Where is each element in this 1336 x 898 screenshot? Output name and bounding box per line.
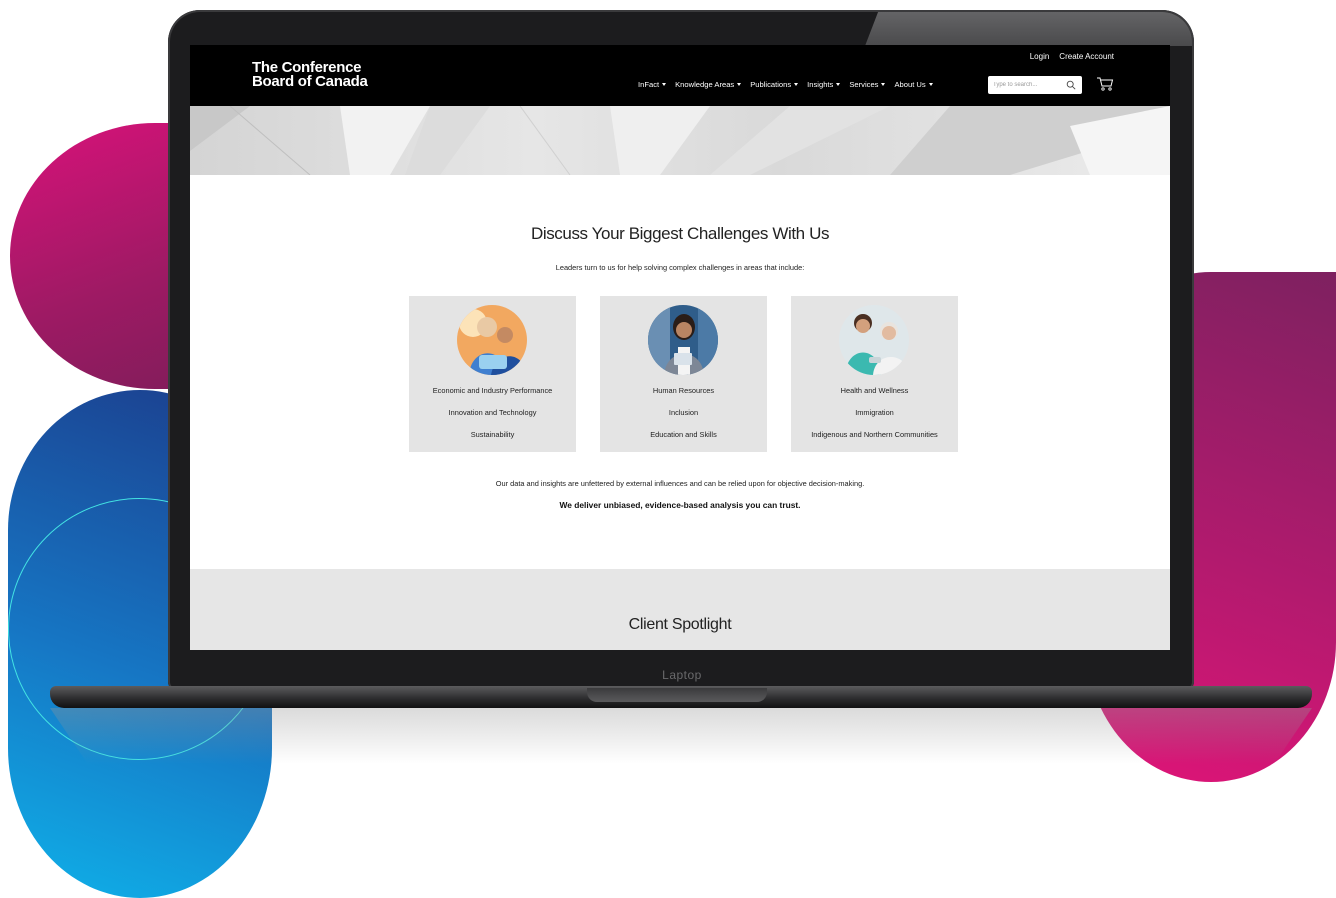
logo-line-2: Board of Canada [252,73,368,90]
site-navbar: The Conference Board of Canada Login Cre… [190,45,1170,106]
card-item-list: Economic and Industry Performance Innova… [409,386,576,452]
search-icon[interactable] [1066,80,1076,90]
nav-item-label: InFact [638,80,660,89]
caret-down-icon [662,83,667,86]
nav-item-about-us[interactable]: About Us [894,80,933,89]
caret-down-icon [928,83,933,86]
nav-item-publications[interactable]: Publications [750,80,799,89]
caret-down-icon [836,83,841,86]
main-nav: InFact Knowledge Areas Publications Insi… [638,80,933,89]
account-links: Login Create Account [1030,52,1114,61]
client-spotlight-section: Client Spotlight [190,569,1170,650]
caret-down-icon [881,83,886,86]
laptop-label: Laptop [662,668,702,682]
laptop-lid-sheen [865,12,1192,46]
statement-text: Our data and insights are unfettered by … [495,479,865,488]
card-item[interactable]: Inclusion [600,408,767,430]
statement-strong: We deliver unbiased, evidence-based anal… [559,500,801,510]
hero-banner [190,106,1170,175]
nav-item-knowledge-areas[interactable]: Knowledge Areas [675,80,742,89]
card-item[interactable]: Indigenous and Northern Communities [791,430,958,452]
site-logo[interactable]: The Conference Board of Canada [252,60,368,90]
card-item-list: Human Resources Inclusion Education and … [600,386,767,452]
avatar-human-resources-photo [648,305,718,375]
challenge-card-human-resources[interactable]: Human Resources Inclusion Education and … [600,296,767,452]
nav-item-label: Publications [750,80,792,89]
avatar-economic-photo [457,305,527,375]
hero-abstract-graphic [190,106,1170,175]
laptop-reflection [50,708,1312,764]
card-item[interactable]: Health and Wellness [791,386,958,408]
card-item-list: Health and Wellness Immigration Indigeno… [791,386,958,452]
nav-item-label: About Us [894,80,926,89]
caret-down-icon [794,83,799,86]
card-item[interactable]: Education and Skills [600,430,767,452]
section-title: Discuss Your Biggest Challenges With Us [530,224,830,243]
nav-item-label: Services [849,80,879,89]
card-item[interactable]: Economic and Industry Performance [409,386,576,408]
laptop-screen: The Conference Board of Canada Login Cre… [190,45,1170,650]
card-item[interactable]: Human Resources [600,386,767,408]
search-box [988,76,1082,94]
cart-icon[interactable] [1096,76,1114,92]
challenge-card-health[interactable]: Health and Wellness Immigration Indigeno… [791,296,958,452]
card-item[interactable]: Innovation and Technology [409,408,576,430]
nav-item-services[interactable]: Services [849,80,886,89]
spotlight-title: Client Spotlight [628,616,732,633]
nav-item-label: Insights [807,80,834,89]
challenges-section: Discuss Your Biggest Challenges With Us … [190,175,1170,569]
section-subtitle: Leaders turn to us for help solving comp… [555,263,805,272]
login-link[interactable]: Login [1030,52,1050,61]
avatar-health-photo [839,305,909,375]
challenge-card-economic[interactable]: Economic and Industry Performance Innova… [409,296,576,452]
nav-item-insights[interactable]: Insights [807,80,841,89]
search-input[interactable] [993,77,1065,93]
nav-item-label: Knowledge Areas [675,80,735,89]
create-account-link[interactable]: Create Account [1059,52,1114,61]
nav-item-infact[interactable]: InFact [638,80,667,89]
card-item[interactable]: Sustainability [409,430,576,452]
card-item[interactable]: Immigration [791,408,958,430]
marketing-stage: Laptop The Conference Board of Canada Lo… [0,0,1336,898]
laptop-hinge-notch [587,688,767,702]
caret-down-icon [737,83,742,86]
